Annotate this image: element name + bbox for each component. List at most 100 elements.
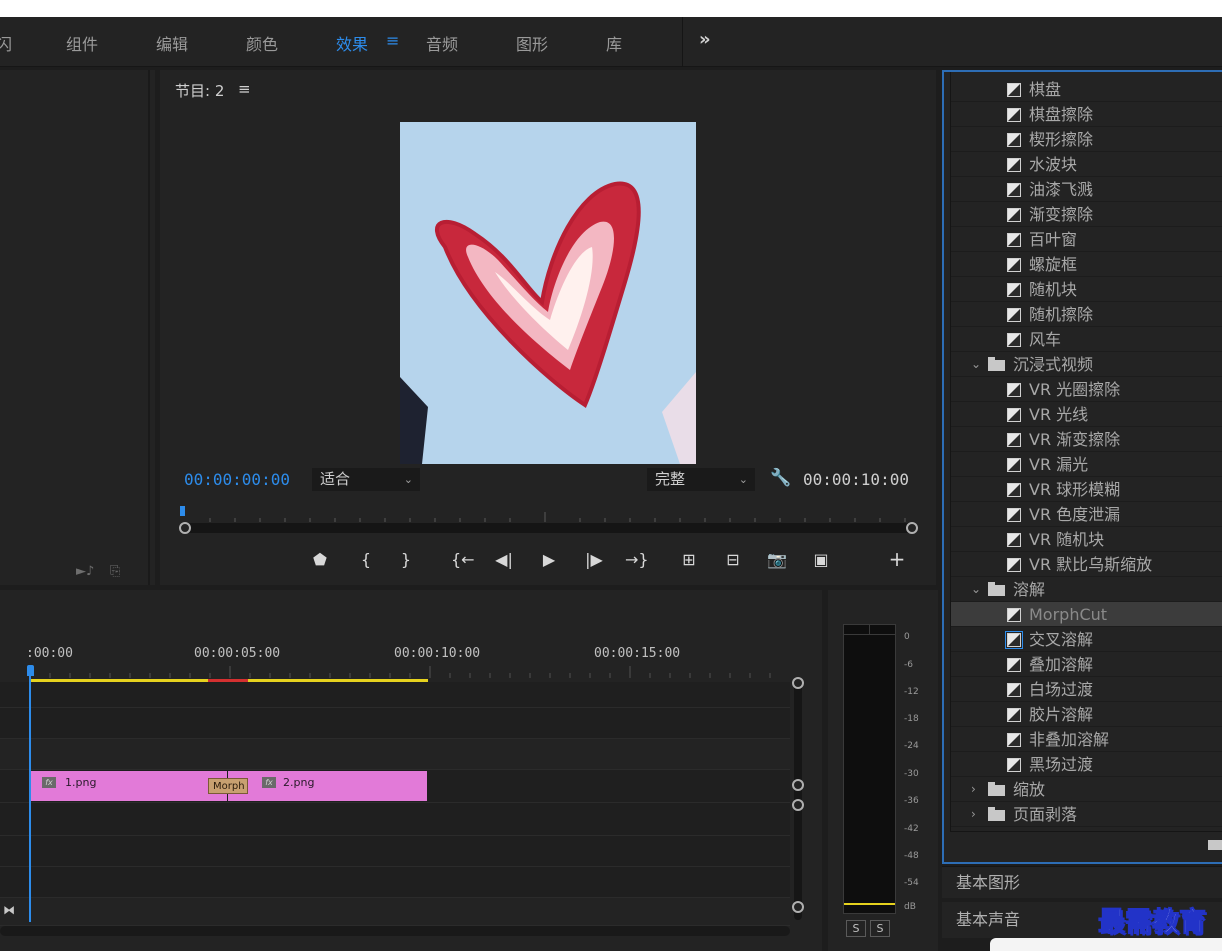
- disclosure-caret-icon[interactable]: ›: [971, 777, 976, 802]
- button-editor-button[interactable]: +: [886, 547, 908, 571]
- wrench-icon[interactable]: 🔧: [770, 468, 791, 488]
- step-back-button[interactable]: ◀|: [493, 550, 515, 569]
- effects-item[interactable]: 随机擦除: [951, 302, 1222, 327]
- effects-item[interactable]: 交叉溶解: [951, 627, 1222, 652]
- effects-item[interactable]: 风车: [951, 327, 1222, 352]
- effects-item[interactable]: 胶片溶解: [951, 702, 1222, 727]
- playhead-line[interactable]: [29, 672, 31, 922]
- new-bin-icon[interactable]: [1208, 840, 1222, 850]
- morphcut-transition[interactable]: Morph: [208, 778, 248, 794]
- workspace-tab-editing[interactable]: 编辑: [156, 31, 188, 55]
- insert-icon[interactable]: ►♪: [76, 564, 94, 579]
- effects-item[interactable]: 楔形擦除: [951, 127, 1222, 152]
- effects-item[interactable]: MorphCut: [951, 602, 1222, 627]
- effects-folder[interactable]: ⌄ 沉浸式视频: [951, 352, 1222, 377]
- transition-icon: [1007, 733, 1021, 747]
- effects-item[interactable]: 黑场过渡: [951, 752, 1222, 777]
- more-workspaces-icon[interactable]: »: [699, 29, 711, 50]
- workspace-menu-icon[interactable]: ≡: [386, 31, 399, 50]
- effects-item[interactable]: 渐变擦除: [951, 202, 1222, 227]
- solo-right-button[interactable]: S: [870, 920, 890, 937]
- mark-out-button[interactable]: }: [395, 550, 417, 569]
- workspace-tab-libraries[interactable]: 库: [606, 31, 622, 55]
- program-title[interactable]: 节目: 2: [175, 80, 224, 101]
- effects-item[interactable]: VR 球形模糊: [951, 477, 1222, 502]
- scroll-handle-mid2[interactable]: [792, 799, 804, 811]
- effects-item[interactable]: VR 随机块: [951, 527, 1222, 552]
- scroll-handle-bottom[interactable]: [792, 901, 804, 913]
- effects-item[interactable]: 非叠加溶解: [951, 727, 1222, 752]
- quality-select[interactable]: 完整 ⌄: [647, 468, 755, 491]
- workspace-tab-audio[interactable]: 音频: [426, 31, 458, 55]
- track-a1[interactable]: [0, 803, 790, 836]
- comparison-view-button[interactable]: ▣: [810, 550, 832, 569]
- disclosure-caret-icon[interactable]: ⌄: [971, 352, 981, 377]
- workspace-tab-effects[interactable]: 效果: [336, 31, 368, 55]
- effects-item[interactable]: 棋盘: [951, 77, 1222, 102]
- workspace-tab-learn[interactable]: 闪: [0, 31, 12, 55]
- clip-2[interactable]: fx 2.png: [228, 771, 427, 801]
- fx-badge[interactable]: fx: [42, 777, 56, 788]
- mark-in-button[interactable]: {: [355, 550, 377, 569]
- track-v2[interactable]: [0, 708, 790, 739]
- effects-item[interactable]: VR 光线: [951, 402, 1222, 427]
- effects-folder[interactable]: ⌄ 溶解: [951, 577, 1222, 602]
- zoom-to-sequence-icon[interactable]: ⧓: [3, 903, 15, 917]
- program-frame: [400, 122, 696, 464]
- effects-item[interactable]: 白场过渡: [951, 677, 1222, 702]
- transition-icon: [1007, 383, 1021, 397]
- effects-item[interactable]: 百叶窗: [951, 227, 1222, 252]
- timeline-horizontal-scrollbar[interactable]: [0, 926, 790, 936]
- workspace-tab-color[interactable]: 颜色: [246, 31, 278, 55]
- disclosure-caret-icon[interactable]: ›: [971, 802, 976, 827]
- track-v3[interactable]: [0, 682, 790, 708]
- scroll-handle-top[interactable]: [792, 677, 804, 689]
- folder-icon: [988, 807, 1005, 821]
- effects-item[interactable]: 随机块: [951, 277, 1222, 302]
- effects-item[interactable]: 油漆飞溅: [951, 177, 1222, 202]
- workspace-tab-graphics[interactable]: 图形: [516, 31, 548, 55]
- go-to-in-button[interactable]: {←: [451, 550, 475, 569]
- effects-item-label: VR 默比乌斯缩放: [1029, 555, 1153, 574]
- effects-folder[interactable]: › 页面剥落: [951, 802, 1222, 827]
- step-forward-button[interactable]: |▶: [583, 550, 605, 569]
- export-icon[interactable]: ⎘: [110, 564, 120, 579]
- transition-icon: [1007, 408, 1021, 422]
- effects-item[interactable]: 水波块: [951, 152, 1222, 177]
- track-master[interactable]: [0, 898, 790, 926]
- play-button[interactable]: ▶: [538, 550, 560, 569]
- timeline-ruler[interactable]: [28, 666, 788, 680]
- fx-badge[interactable]: fx: [262, 777, 276, 788]
- go-to-out-button[interactable]: →}: [625, 550, 649, 569]
- effects-item[interactable]: VR 色度泄漏: [951, 502, 1222, 527]
- zoom-scrollbar[interactable]: [180, 523, 915, 533]
- zoom-handle-right[interactable]: [906, 522, 918, 534]
- extract-button[interactable]: ⊟: [722, 550, 744, 569]
- effects-item[interactable]: 棋盘擦除: [951, 102, 1222, 127]
- scroll-handle-mid[interactable]: [792, 779, 804, 791]
- effects-item[interactable]: 叠加溶解: [951, 652, 1222, 677]
- effects-item[interactable]: 螺旋框: [951, 252, 1222, 277]
- track-a3[interactable]: [0, 867, 790, 898]
- effects-item[interactable]: VR 光圈擦除: [951, 377, 1222, 402]
- workspace-tab-assembly[interactable]: 组件: [66, 31, 98, 55]
- clip-1[interactable]: fx 1.png: [31, 771, 227, 801]
- disclosure-caret-icon[interactable]: ⌄: [971, 577, 981, 602]
- lift-button[interactable]: ⊞: [678, 550, 700, 569]
- program-menu-icon[interactable]: ≡: [238, 80, 251, 98]
- timeline-vertical-scrollbar[interactable]: [791, 677, 805, 920]
- solo-left-button[interactable]: S: [846, 920, 866, 937]
- export-frame-button[interactable]: 📷: [766, 550, 788, 569]
- effects-folder[interactable]: › 缩放: [951, 777, 1222, 802]
- essential-graphics-panel[interactable]: 基本图形: [942, 866, 1222, 898]
- playhead-timecode[interactable]: 00:00:00:00: [184, 470, 290, 489]
- effects-item[interactable]: VR 渐变擦除: [951, 427, 1222, 452]
- zoom-handle-left[interactable]: [179, 522, 191, 534]
- track-a2[interactable]: [0, 836, 790, 867]
- effects-folder-label: 溶解: [1013, 580, 1046, 599]
- effects-item[interactable]: VR 漏光: [951, 452, 1222, 477]
- add-marker-button[interactable]: ⬟: [309, 550, 331, 569]
- fit-select[interactable]: 适合 ⌄: [312, 468, 420, 491]
- transition-icon: [1007, 608, 1021, 622]
- effects-item[interactable]: VR 默比乌斯缩放: [951, 552, 1222, 577]
